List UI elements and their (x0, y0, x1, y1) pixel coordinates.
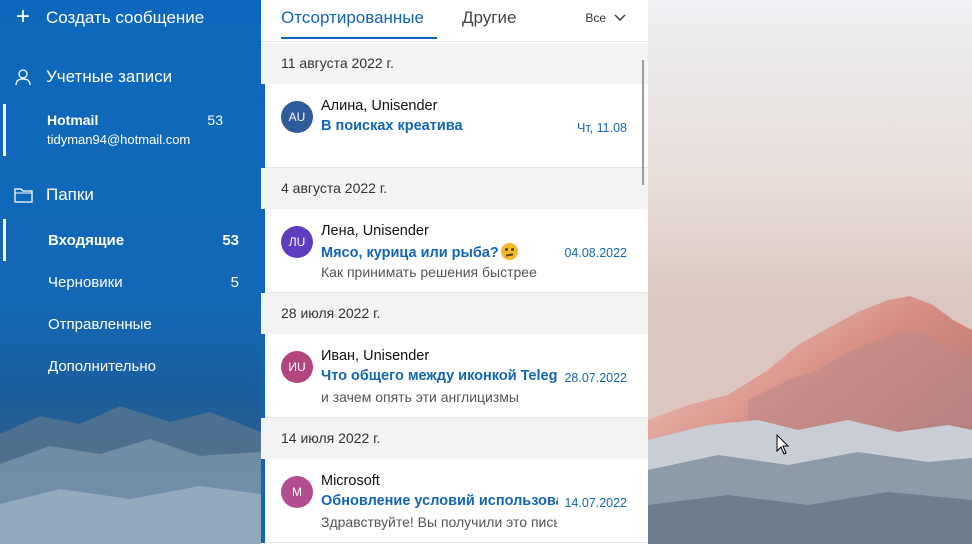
accounts-header[interactable]: Учетные записи (0, 62, 261, 92)
message-sender: Иван, Unisender (321, 348, 430, 364)
selected-indicator (3, 219, 6, 261)
message-subject: Мясо, курица или рыба? (321, 245, 499, 261)
message-sender: Алина, Unisender (321, 98, 438, 114)
tab-other[interactable]: Другие (462, 8, 516, 28)
thinking-face-emoji (500, 243, 518, 260)
date-group-header: 28 июля 2022 г. (261, 293, 648, 334)
date-group-header: 11 августа 2022 г. (261, 43, 648, 84)
message-date: 04.08.2022 (564, 246, 627, 260)
desktop-wallpaper (648, 0, 972, 544)
new-mail-label: Создать сообщение (46, 8, 205, 27)
tab-focused[interactable]: Отсортированные (281, 8, 424, 28)
message-preview: Как принимать решения быстрее (321, 264, 537, 280)
unread-indicator (261, 209, 265, 293)
unread-indicator (261, 334, 265, 418)
message-subject: Обновление условий использования (321, 493, 558, 509)
filter-label: Все (585, 11, 606, 25)
folders-label: Папки (46, 185, 94, 204)
active-tab-indicator (281, 37, 437, 39)
folder-more[interactable]: Дополнительно (0, 345, 261, 387)
account-unread-count: 53 (207, 112, 223, 128)
message-item[interactable]: M Microsoft Обновление условий использов… (261, 459, 648, 543)
avatar: AU (281, 101, 313, 133)
plus-icon: + (15, 3, 30, 30)
date-group-header: 14 июля 2022 г. (261, 418, 648, 459)
message-subject: В поисках креатива (321, 118, 463, 134)
message-sender: Microsoft (321, 473, 380, 489)
person-icon (0, 68, 46, 86)
folder-label: Входящие (48, 231, 125, 249)
folder-sent[interactable]: Отправленные (0, 303, 261, 345)
message-preview: и зачем опять эти англицизмы (321, 389, 519, 405)
folder-label: Отправленные (48, 315, 152, 333)
mouse-cursor-icon (776, 434, 790, 455)
selected-indicator (3, 104, 6, 156)
avatar: ЛU (281, 226, 313, 258)
new-mail-button[interactable]: + Создать сообщение (0, 4, 261, 32)
folder-label: Черновики (48, 273, 123, 291)
message-date: 28.07.2022 (564, 371, 627, 385)
inbox-tabs: Отсортированные Другие Все (261, 0, 648, 42)
filter-dropdown[interactable]: Все (585, 11, 626, 25)
account-hotmail[interactable]: Hotmail tidyman94@hotmail.com 53 (0, 104, 261, 156)
message-item[interactable]: AU Алина, Unisender В поисках креатива Ч… (261, 84, 648, 168)
folder-drafts[interactable]: Черновики 5 (0, 261, 261, 303)
avatar: ИU (281, 351, 313, 383)
folder-label: Дополнительно (48, 357, 156, 375)
message-date: 14.07.2022 (564, 496, 627, 510)
account-email: tidyman94@hotmail.com (47, 132, 191, 147)
folder-inbox[interactable]: Входящие 53 (0, 219, 261, 261)
navigation-pane: + Создать сообщение Учетные записи Hotma… (0, 0, 261, 544)
folder-count: 5 (230, 273, 239, 291)
date-group-header: 4 августа 2022 г. (261, 168, 648, 209)
message-item[interactable]: ИU Иван, Unisender Что общего между икон… (261, 334, 648, 418)
sidebar-background-mountains (0, 406, 261, 544)
folders-header[interactable]: Папки (0, 180, 261, 210)
message-sender: Лена, Unisender (321, 223, 429, 239)
accounts-label: Учетные записи (46, 67, 173, 86)
message-subject: Что общего между иконкой Telegram (321, 368, 558, 384)
chevron-down-icon (614, 14, 626, 21)
unread-indicator (261, 459, 265, 543)
message-subject-line: Мясо, курица или рыба? (321, 243, 558, 261)
unread-indicator (261, 84, 265, 168)
message-date: Чт, 11.08 (577, 121, 627, 135)
folder-count: 53 (222, 231, 239, 249)
message-preview: Здравствуйте! Вы получили это письмо (321, 514, 557, 530)
message-item[interactable]: ЛU Лена, Unisender Мясо, курица или рыба… (261, 209, 648, 293)
account-name: Hotmail (47, 112, 99, 128)
avatar: M (281, 476, 313, 508)
message-list-pane: Отсортированные Другие Все 11 августа 20… (261, 0, 648, 544)
folder-icon (0, 187, 46, 203)
list-scrollbar[interactable] (642, 60, 644, 185)
